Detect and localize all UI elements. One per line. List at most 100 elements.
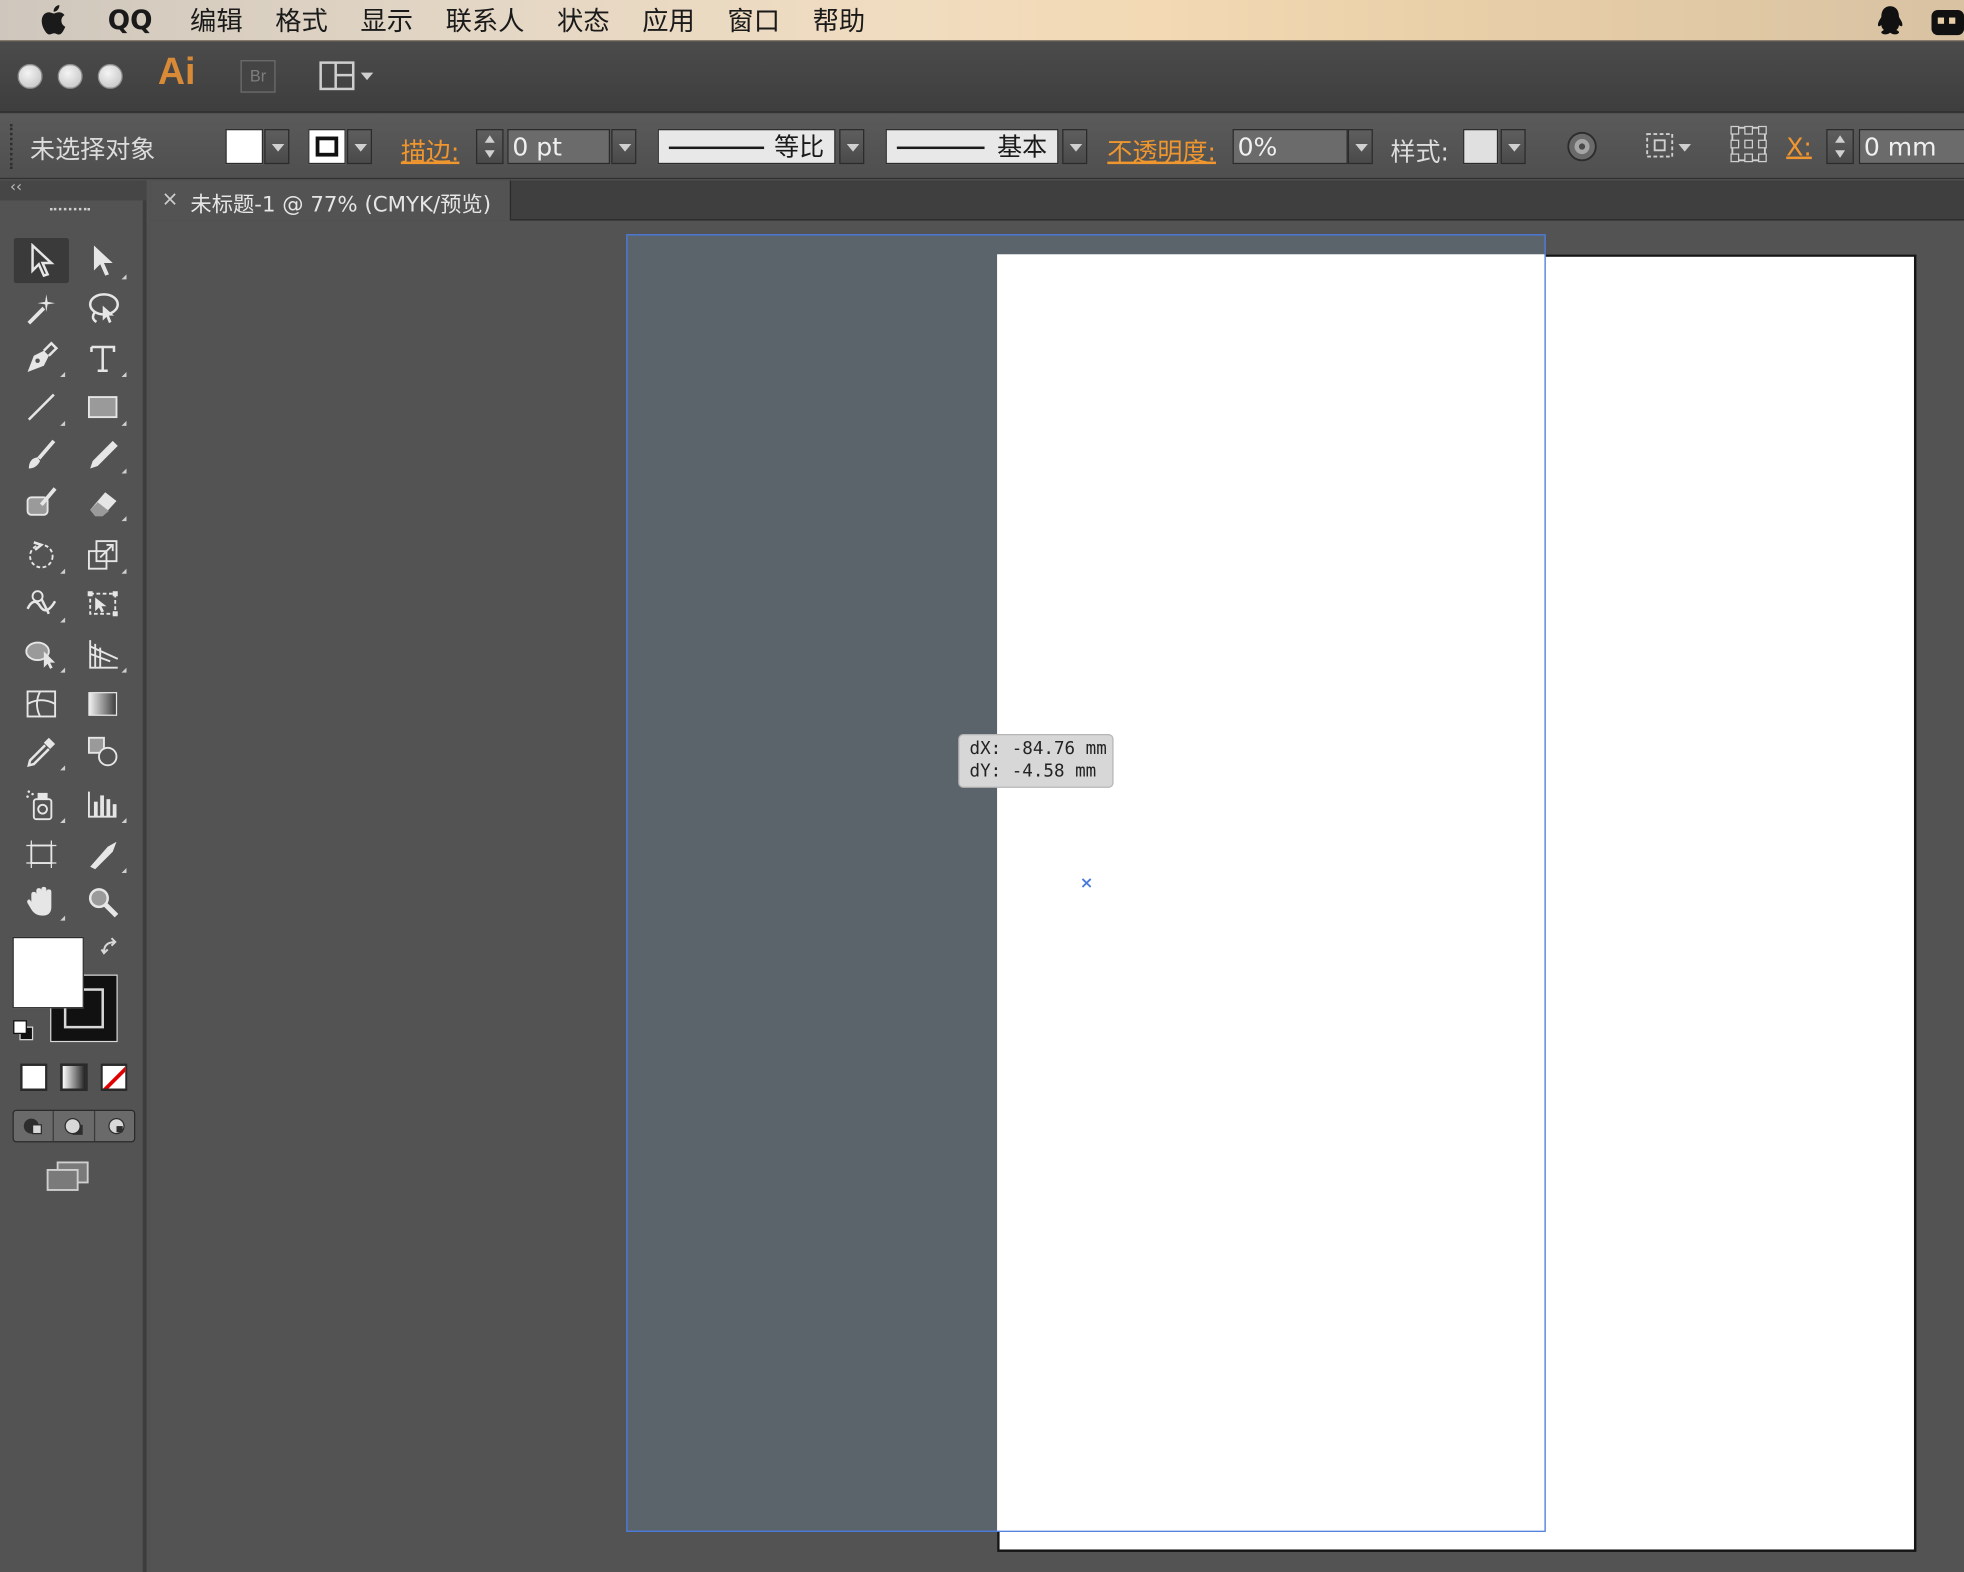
menu-format[interactable]: 格式: [275, 1, 328, 39]
stroke-weight-stepper[interactable]: [475, 129, 504, 165]
rotate-tool[interactable]: [14, 532, 69, 577]
menu-apps[interactable]: 应用: [642, 1, 695, 39]
eyedropper-tool[interactable]: [14, 729, 69, 774]
stroke-weight-dropdown[interactable]: [611, 129, 637, 165]
line-segment-icon: [27, 393, 55, 421]
variable-width-profile[interactable]: 等比: [657, 129, 836, 165]
panel-grip[interactable]: [50, 207, 91, 213]
swap-fill-stroke-button[interactable]: [100, 937, 123, 960]
free-transform-tool[interactable]: [75, 581, 130, 626]
draw-behind-button[interactable]: [55, 1111, 96, 1142]
warp-tool[interactable]: [14, 581, 69, 626]
bridge-button[interactable]: Br: [240, 60, 276, 93]
stroke-swatch-dropdown[interactable]: [346, 129, 373, 165]
reference-point-button[interactable]: [1729, 124, 1769, 164]
opacity-label[interactable]: 不透明度:: [1107, 132, 1216, 168]
selection-tool[interactable]: [13, 237, 69, 284]
menu-help[interactable]: 帮助: [813, 1, 866, 39]
fill-swatch[interactable]: [225, 129, 264, 165]
scale-tool[interactable]: [75, 532, 130, 577]
menu-contacts[interactable]: 联系人: [446, 1, 525, 39]
stroke-swatch[interactable]: [308, 129, 346, 165]
eraser-tool[interactable]: [75, 480, 130, 525]
tooltip-dx: dX: -84.76 mm: [969, 739, 1107, 760]
tray-app-icon[interactable]: [1926, 2, 1964, 40]
control-bar-grip[interactable]: [10, 124, 15, 170]
canvas-area[interactable]: dX: -84.76 mm dY: -4.58 mm ×: [150, 221, 1964, 1572]
blob-brush-tool[interactable]: [14, 480, 69, 525]
mac-menubar: QQ 编辑 格式 显示 联系人 状态 应用 窗口 帮助: [0, 0, 1964, 42]
x-label[interactable]: X:: [1786, 132, 1812, 162]
color-mode-button[interactable]: [20, 1063, 48, 1092]
scale-icon: [87, 540, 118, 570]
apple-menu-icon[interactable]: [38, 4, 73, 37]
window-minimize-button[interactable]: [57, 63, 83, 89]
stroke-weight-field[interactable]: 0 pt: [507, 129, 611, 165]
paintbrush-tool[interactable]: [14, 432, 69, 477]
gradient-mode-button[interactable]: [60, 1063, 88, 1092]
window-close-button[interactable]: [17, 63, 43, 89]
window-zoom-button[interactable]: [97, 63, 123, 89]
menu-status[interactable]: 状态: [557, 1, 610, 39]
fill-color-box[interactable]: [12, 936, 84, 1009]
shape-builder-tool[interactable]: [14, 631, 69, 676]
mesh-icon: [26, 690, 57, 718]
menu-view[interactable]: 显示: [360, 1, 413, 39]
gradient-tool[interactable]: [75, 681, 130, 726]
brush-definition[interactable]: 基本: [885, 129, 1059, 165]
x-stepper[interactable]: [1826, 129, 1854, 165]
center-point-marker: ×: [1079, 874, 1094, 894]
menu-app-qq[interactable]: QQ: [108, 5, 153, 35]
pencil-tool[interactable]: [75, 432, 130, 477]
symbol-sprayer-icon: [26, 790, 53, 821]
graphic-style-dropdown[interactable]: [1500, 129, 1526, 165]
direct-selection-tool[interactable]: [75, 238, 130, 283]
lasso-tool[interactable]: [75, 286, 130, 331]
magic-wand-tool[interactable]: [14, 286, 69, 331]
document-tab[interactable]: × 未标题-1 @ 77% (CMYK/预览): [150, 180, 512, 221]
collapse-panel-icon[interactable]: ‹‹: [10, 178, 22, 196]
zoom-tool[interactable]: [75, 879, 130, 924]
rectangle-tool[interactable]: [75, 385, 130, 430]
brush-definition-label: 基本: [997, 131, 1048, 162]
graphic-style-swatch[interactable]: [1463, 129, 1499, 165]
stroke-label[interactable]: 描边:: [401, 132, 460, 168]
type-tool[interactable]: [75, 336, 130, 381]
hand-icon: [27, 886, 52, 916]
menu-edit[interactable]: 编辑: [190, 1, 243, 39]
blend-tool[interactable]: [75, 729, 130, 774]
draw-behind-icon: [64, 1117, 83, 1135]
tools-panel-header[interactable]: ‹‹: [0, 178, 147, 211]
column-graph-tool[interactable]: [75, 782, 130, 827]
isolate-selected-button[interactable]: [1643, 129, 1693, 164]
line-segment-tool[interactable]: [14, 385, 69, 430]
brush-definition-dropdown[interactable]: [1062, 129, 1088, 165]
rectangle-icon: [87, 396, 118, 419]
change-screen-mode-button[interactable]: [45, 1160, 93, 1195]
none-mode-button[interactable]: [100, 1063, 128, 1092]
fill-dropdown[interactable]: [264, 129, 290, 165]
x-field[interactable]: 0 mm: [1858, 129, 1964, 165]
default-fill-stroke-button[interactable]: [13, 1020, 36, 1043]
menu-window[interactable]: 窗口: [727, 1, 780, 39]
paintbrush-icon: [28, 439, 56, 469]
mesh-tool[interactable]: [14, 681, 69, 726]
draw-normal-button[interactable]: [14, 1111, 54, 1142]
opacity-field[interactable]: 0%: [1232, 129, 1348, 165]
hand-tool[interactable]: [14, 879, 69, 924]
menubar-tray: [1871, 0, 1964, 41]
qq-penguin-icon[interactable]: [1871, 2, 1909, 40]
arrange-documents-button[interactable]: [318, 60, 378, 93]
perspective-grid-icon: [89, 640, 119, 669]
close-document-icon[interactable]: ×: [162, 187, 179, 211]
pen-tool[interactable]: [14, 336, 69, 381]
perspective-grid-tool[interactable]: [75, 631, 130, 676]
variable-width-profile-dropdown[interactable]: [839, 129, 865, 165]
opacity-dropdown[interactable]: [1347, 129, 1373, 165]
tools-panel: ‹‹: [0, 178, 147, 1572]
symbol-sprayer-tool[interactable]: [14, 782, 69, 827]
artboard-tool[interactable]: [14, 832, 69, 877]
draw-inside-button[interactable]: [96, 1111, 136, 1141]
slice-tool[interactable]: [75, 832, 130, 877]
recolor-artwork-button[interactable]: [1566, 130, 1599, 163]
